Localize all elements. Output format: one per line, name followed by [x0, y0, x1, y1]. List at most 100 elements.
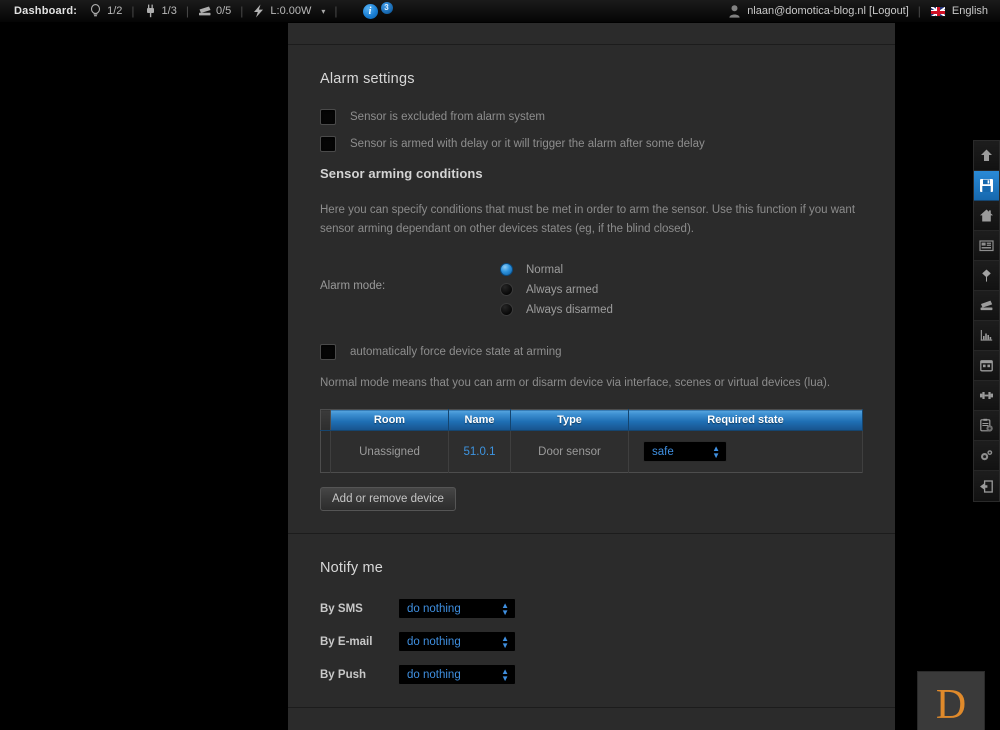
dashboard-label: Dashboard: — [14, 5, 77, 17]
notify-email-select[interactable]: do nothing — [398, 631, 516, 652]
required-state-select[interactable]: safe — [643, 441, 727, 462]
rooms-icon — [979, 238, 994, 253]
table-header-spacer — [321, 410, 331, 431]
radio-always-disarmed[interactable] — [500, 303, 513, 316]
checkbox-force-device-state[interactable] — [320, 344, 336, 360]
checkbox-row-force-state[interactable]: automatically force device state at armi… — [320, 344, 863, 360]
arming-conditions-description: Here you can specify conditions that mus… — [320, 201, 860, 239]
radio-normal-label: Normal — [526, 264, 563, 276]
checkbox-row-armed-delay[interactable]: Sensor is armed with delay or it will tr… — [320, 136, 863, 152]
page-body: Alarm settings Sensor is excluded from a… — [0, 23, 1000, 730]
divider: | — [918, 4, 921, 18]
required-state-select-wrap[interactable]: safe ▲▼ — [643, 441, 727, 462]
location-pin-icon — [979, 268, 994, 283]
notify-sms-label: By SMS — [320, 603, 398, 615]
chevron-down-icon[interactable]: ▾ — [321, 7, 325, 16]
notify-email-select-wrap[interactable]: do nothing ▲▼ — [398, 631, 516, 652]
device-conditions-table: Room Name Type Required state Unassigned… — [320, 409, 863, 473]
stat-blinds-value: 0/5 — [216, 5, 231, 17]
toolbar-plugins[interactable] — [974, 381, 999, 411]
info-icon: i — [363, 4, 378, 19]
top-bar-left: Dashboard: 1/2 | 1/3 | 0/5 | L:0. — [0, 4, 393, 19]
sensor-arming-conditions-title: Sensor arming conditions — [320, 166, 863, 181]
notify-sms-select[interactable]: do nothing — [398, 598, 516, 619]
content-panel: Alarm settings Sensor is excluded from a… — [288, 23, 895, 730]
cell-room: Unassigned — [331, 431, 449, 473]
alarm-mode-block: Alarm mode: Normal Always armed Always d… — [320, 261, 863, 318]
table-header-required-state[interactable]: Required state — [629, 410, 863, 431]
right-toolbar — [973, 140, 1000, 502]
checkbox-sensor-armed-delay-label: Sensor is armed with delay or it will tr… — [350, 138, 705, 150]
cell-required-state: safe ▲▼ — [629, 431, 863, 473]
radio-always-armed-label: Always armed — [526, 284, 598, 296]
toolbar-scenes[interactable] — [974, 351, 999, 381]
stat-power-value: L:0.00W — [270, 5, 311, 17]
up-arrow-icon — [979, 148, 994, 163]
notify-sms-select-wrap[interactable]: do nothing ▲▼ — [398, 598, 516, 619]
checkbox-force-device-state-label: automatically force device state at armi… — [350, 346, 562, 358]
notify-row-push: By Push do nothing ▲▼ — [320, 664, 863, 685]
gears-icon — [979, 448, 994, 463]
page-title: Alarm settings — [320, 71, 863, 87]
divider: | — [240, 4, 243, 18]
user-account-link[interactable]: nlaan@domotica-blog.nl [Logout] — [747, 5, 909, 17]
radio-always-armed[interactable] — [500, 283, 513, 296]
radio-row-normal[interactable]: Normal — [500, 261, 613, 278]
stat-plugs[interactable]: 1/3 — [144, 4, 177, 18]
toolbar-rooms[interactable] — [974, 231, 999, 261]
row-spacer — [321, 431, 331, 473]
stat-lights[interactable]: 1/2 — [89, 4, 122, 18]
top-bar-right: nlaan@domotica-blog.nl [Logout] | Englis… — [729, 4, 1000, 18]
toolbar-blinds[interactable] — [974, 291, 999, 321]
toolbar-scroll-up[interactable] — [974, 141, 999, 171]
table-header-name[interactable]: Name — [449, 410, 511, 431]
divider: | — [334, 4, 337, 18]
panel-top-strip — [288, 23, 895, 45]
table-header: Room Name Type Required state — [321, 410, 863, 431]
stat-lights-value: 1/2 — [107, 5, 122, 17]
device-name-link[interactable]: 51.0.1 — [464, 446, 496, 458]
language-selector[interactable]: English — [952, 5, 988, 17]
notifications-button[interactable]: i 3 — [363, 4, 393, 19]
checkbox-sensor-armed-delay[interactable] — [320, 136, 336, 152]
stat-power[interactable]: L:0.00W ▾ — [252, 4, 325, 18]
toolbar-logout[interactable] — [974, 471, 999, 501]
toolbar-settings[interactable] — [974, 441, 999, 471]
table-body: Unassigned 51.0.1 Door sensor safe ▲▼ — [321, 431, 863, 473]
table-header-row: Room Name Type Required state — [321, 410, 863, 431]
toolbar-devices[interactable] — [974, 411, 999, 441]
table-header-type[interactable]: Type — [511, 410, 629, 431]
add-or-remove-device-button[interactable]: Add or remove device — [320, 487, 456, 511]
blind-icon — [198, 4, 211, 18]
toolbar-location[interactable] — [974, 261, 999, 291]
toolbar-home[interactable] — [974, 201, 999, 231]
avatar-icon — [729, 5, 740, 18]
notify-me-title: Notify me — [320, 560, 863, 576]
divider: | — [186, 4, 189, 18]
notify-row-sms: By SMS do nothing ▲▼ — [320, 598, 863, 619]
notify-row-email: By E-mail do nothing ▲▼ — [320, 631, 863, 652]
checkbox-row-excluded[interactable]: Sensor is excluded from alarm system — [320, 109, 863, 125]
radio-normal[interactable] — [500, 263, 513, 276]
top-bar: Dashboard: 1/2 | 1/3 | 0/5 | L:0. — [0, 0, 1000, 23]
brand-logo-letter: D — [936, 681, 966, 729]
checkbox-sensor-excluded-label: Sensor is excluded from alarm system — [350, 111, 545, 123]
stat-blinds[interactable]: 0/5 — [198, 4, 231, 18]
radio-always-disarmed-label: Always disarmed — [526, 304, 613, 316]
toolbar-panels[interactable] — [974, 321, 999, 351]
cell-name[interactable]: 51.0.1 — [449, 431, 511, 473]
radio-row-always-armed[interactable]: Always armed — [500, 281, 613, 298]
calendar-icon — [979, 358, 994, 373]
alarm-mode-radios: Normal Always armed Always disarmed — [500, 261, 613, 318]
radio-row-always-disarmed[interactable]: Always disarmed — [500, 301, 613, 318]
toolbar-save[interactable] — [974, 171, 999, 201]
table-header-room[interactable]: Room — [331, 410, 449, 431]
notify-push-select[interactable]: do nothing — [398, 664, 516, 685]
lightbulb-icon — [89, 4, 102, 18]
checkbox-sensor-excluded[interactable] — [320, 109, 336, 125]
clipboard-gear-icon — [979, 418, 994, 433]
plugins-icon — [979, 388, 994, 403]
brand-logo: D — [917, 671, 985, 730]
plug-icon — [144, 4, 157, 18]
notify-push-select-wrap[interactable]: do nothing ▲▼ — [398, 664, 516, 685]
